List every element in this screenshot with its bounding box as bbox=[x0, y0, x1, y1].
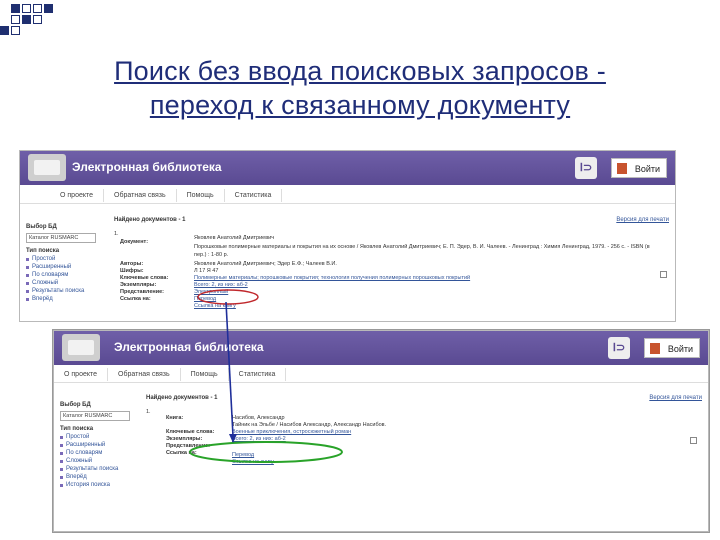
annotation-overlay bbox=[189, 289, 343, 463]
arrow-head-icon bbox=[229, 434, 237, 443]
highlight-ellipse-green bbox=[189, 441, 343, 463]
highlight-ellipse-red bbox=[197, 289, 259, 305]
link-arrow bbox=[225, 301, 234, 437]
